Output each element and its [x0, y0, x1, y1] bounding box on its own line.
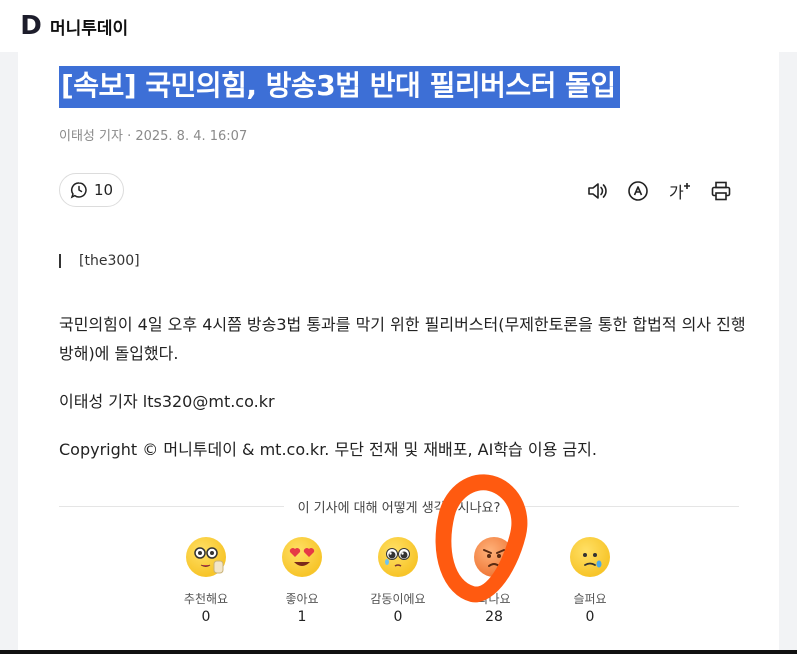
reaction-like[interactable]: 좋아요 1 — [254, 537, 350, 625]
article-byline: 이태성 기자 · 2025. 8. 4. 16:07 — [59, 129, 248, 144]
tag-divider — [59, 254, 61, 268]
site-name[interactable]: 머니투데이 — [50, 14, 128, 39]
reaction-prompt-text: 이 기사에 대해 어떻게 생각하시나요? — [297, 500, 501, 516]
article-container: [속보] 국민의힘, 방송3법 반대 필리버스터 돌입 이태성 기자 · 202… — [18, 52, 779, 654]
comment-button[interactable]: 10 — [59, 173, 124, 207]
article-copyright: Copyright © 머니투데이 & mt.co.kr. 무단 전재 및 재배… — [59, 440, 597, 459]
reaction-count: 1 — [297, 609, 307, 625]
reaction-angry[interactable]: 화나요 28 — [446, 537, 542, 625]
reaction-label: 슬퍼요 — [573, 592, 607, 606]
reaction-recommend[interactable]: 추천해요 0 — [158, 537, 254, 625]
reaction-label: 감동이에요 — [370, 592, 426, 606]
reaction-bar: 추천해요 0 좋아요 1 감동이에요 0 화나요 28 슬퍼요 0 — [158, 537, 638, 637]
reaction-count: 0 — [393, 609, 403, 625]
heart-eyes-icon — [282, 537, 322, 577]
reaction-label: 추천해요 — [183, 592, 229, 606]
article-tag: [the300] — [59, 253, 140, 269]
reaction-sad[interactable]: 슬퍼요 0 — [542, 537, 638, 625]
divider-line-right — [514, 505, 739, 507]
sad-face-icon — [570, 537, 610, 577]
reaction-prompt: 이 기사에 대해 어떻게 생각하시나요? — [59, 496, 739, 516]
comment-count: 10 — [93, 181, 114, 199]
article-headline: [속보] 국민의힘, 방송3법 반대 필리버스터 돌입 — [59, 66, 620, 108]
reaction-count: 0 — [201, 609, 211, 625]
article-toolbar: 가 — [584, 178, 734, 204]
article-body: 국민의힘이 4일 오후 4시쯤 방송3법 통과를 막기 위한 필리버스터(무제한… — [59, 315, 746, 363]
site-logo-icon[interactable]: D — [18, 13, 44, 39]
site-header: D 머니투데이 — [0, 0, 797, 52]
speaker-icon[interactable] — [584, 178, 610, 204]
teary-eyes-icon — [378, 537, 418, 577]
divider-line-left — [59, 505, 284, 507]
reaction-count: 28 — [485, 609, 503, 625]
angry-face-icon — [474, 537, 514, 577]
reaction-label: 좋아요 — [285, 592, 319, 606]
translate-icon[interactable] — [625, 178, 651, 204]
tag-label: [the300] — [79, 253, 140, 269]
reaction-touched[interactable]: 감동이에요 0 — [350, 537, 446, 625]
article-reporter: 이태성 기자 lts320@mt.co.kr — [59, 392, 275, 411]
font-size-icon[interactable]: 가 — [667, 178, 693, 204]
comment-icon — [70, 182, 87, 199]
svg-text:가: 가 — [669, 183, 684, 202]
screen-bottom-edge — [0, 650, 797, 654]
thinking-face-icon — [186, 537, 226, 577]
print-icon[interactable] — [708, 178, 734, 204]
reaction-count: 0 — [585, 609, 595, 625]
reaction-label: 화나요 — [477, 592, 511, 606]
